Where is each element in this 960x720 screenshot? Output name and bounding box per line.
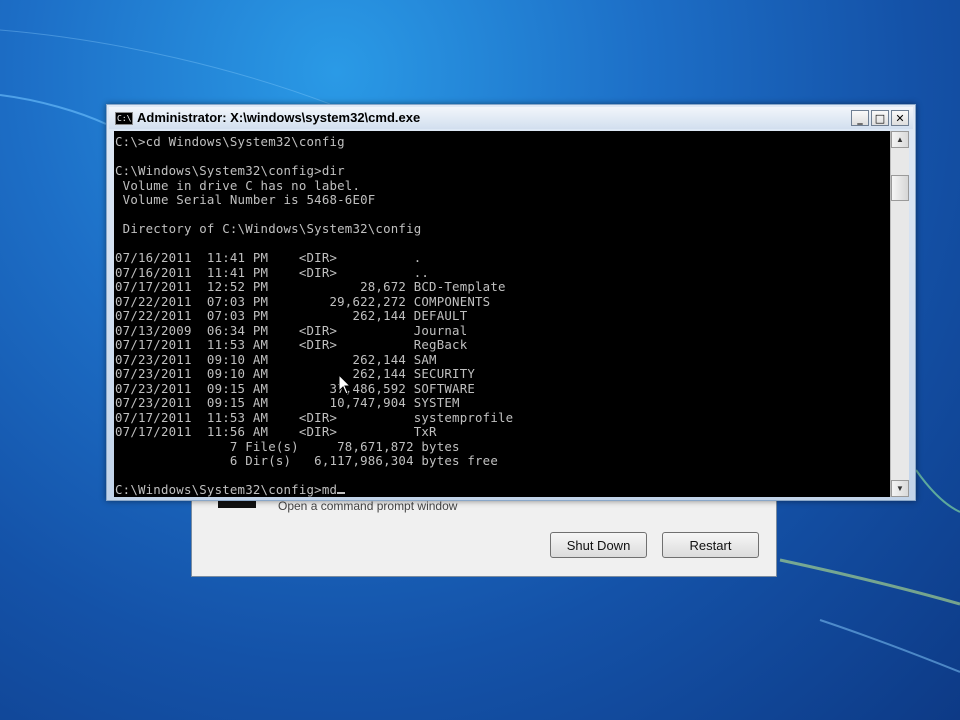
console-line: Directory of C:\Windows\System32\config: [115, 221, 422, 236]
system-recovery-dialog: Open a command prompt window Shut Down R…: [191, 497, 777, 577]
console-output[interactable]: C:\>cd Windows\System32\config C:\Window…: [114, 131, 890, 497]
restart-button[interactable]: Restart: [662, 532, 759, 558]
scroll-down-arrow-icon[interactable]: ▼: [891, 480, 909, 497]
console-line: 07/23/2011 09:10 AM 262,144 SECURITY: [115, 366, 476, 381]
vertical-scrollbar[interactable]: ▲ ▼: [890, 131, 909, 497]
window-title: Administrator: X:\windows\system32\cmd.e…: [137, 110, 421, 125]
maximize-button[interactable]: □: [871, 110, 889, 126]
console-text: C:\>cd Windows\System32\config C:\Window…: [114, 131, 890, 497]
close-button[interactable]: ✕: [891, 110, 909, 126]
text-cursor: [337, 492, 346, 494]
console-line: 07/13/2009 06:34 PM <DIR> Journal: [115, 322, 468, 338]
minimize-button[interactable]: _: [851, 110, 869, 126]
recovery-option-description: Open a command prompt window: [278, 499, 458, 513]
shut-down-button[interactable]: Shut Down: [550, 532, 647, 558]
console-line: Volume in drive C has no label.: [115, 177, 361, 193]
console-line: Volume Serial Number is 5468-6E0F: [115, 192, 376, 207]
console-line: 07/22/2011 07:03 PM 29,622,272 COMPONENT…: [115, 293, 491, 309]
scrollbar-thumb[interactable]: [891, 175, 909, 201]
cmd-app-icon[interactable]: C:\: [115, 112, 133, 125]
console-line: 07/23/2011 09:10 AM 262,144 SAM: [115, 351, 437, 367]
cmd-window: C:\ Administrator: X:\windows\system32\c…: [106, 104, 916, 501]
mouse-pointer-icon: [338, 374, 352, 395]
title-bar[interactable]: C:\ Administrator: X:\windows\system32\c…: [109, 107, 913, 129]
console-line: 07/16/2011 11:41 PM <DIR> ..: [115, 264, 430, 280]
console-line: 07/17/2011 11:53 AM <DIR> RegBack: [115, 337, 468, 352]
console-line: 07/17/2011 11:53 AM <DIR> systemprofile: [115, 409, 514, 425]
command-prompt-line[interactable]: C:\Windows\System32\config>md: [115, 482, 337, 497]
console-line: 07/23/2011 09:15 AM 37,486,592 SOFTWARE: [115, 380, 476, 396]
console-line: 07/17/2011 11:56 AM <DIR> TxR: [115, 424, 437, 439]
desktop-background: Open a command prompt window Shut Down R…: [0, 0, 960, 720]
console-line: 07/23/2011 09:15 AM 10,747,904 SYSTEM: [115, 395, 460, 410]
console-line: 7 File(s) 78,671,872 bytes: [115, 438, 460, 454]
console-line: C:\Windows\System32\config>dir: [115, 163, 345, 178]
console-line: 07/17/2011 12:52 PM 28,672 BCD-Template: [115, 279, 506, 294]
scroll-up-arrow-icon[interactable]: ▲: [891, 131, 909, 148]
console-line: 07/16/2011 11:41 PM <DIR> .: [115, 250, 422, 265]
console-line: 6 Dir(s) 6,117,986,304 bytes free: [115, 453, 498, 468]
console-line: 07/22/2011 07:03 PM 262,144 DEFAULT: [115, 308, 468, 323]
console-line: C:\>cd Windows\System32\config: [115, 134, 345, 149]
